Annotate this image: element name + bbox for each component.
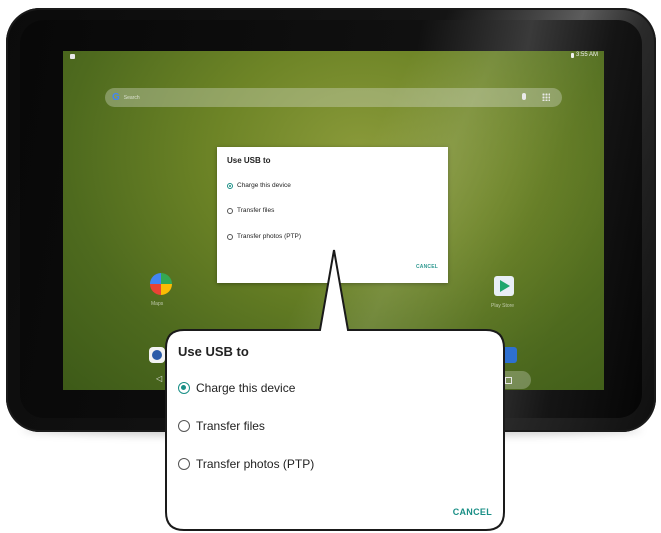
option-label: Transfer files bbox=[196, 419, 265, 433]
radio-icon[interactable] bbox=[178, 458, 190, 470]
option-transfer-photos[interactable]: Transfer photos (PTP) bbox=[227, 233, 301, 240]
apps-grid-icon[interactable] bbox=[542, 93, 550, 101]
dialog-title: Use USB to bbox=[178, 344, 249, 359]
usb-dialog-small: Use USB to Charge this device Transfer f… bbox=[217, 147, 448, 283]
radio-selected-icon[interactable] bbox=[178, 382, 190, 394]
option-transfer-files[interactable]: Transfer files bbox=[227, 207, 274, 214]
option-label: Transfer photos (PTP) bbox=[196, 457, 315, 471]
battery-icon bbox=[570, 52, 574, 58]
google-icon: G bbox=[112, 92, 120, 103]
play-store-app-label: Play Store bbox=[491, 303, 515, 309]
dialog-title: Use USB to bbox=[227, 156, 271, 165]
google-search-bar[interactable]: G Search bbox=[105, 88, 562, 107]
option-transfer-files[interactable]: Transfer files bbox=[178, 419, 265, 433]
recents-nav-icon[interactable] bbox=[505, 377, 512, 384]
option-charge[interactable]: Charge this device bbox=[227, 182, 291, 189]
option-label: Charge this device bbox=[237, 182, 291, 189]
option-label: Charge this device bbox=[196, 381, 296, 395]
camera-app-icon[interactable] bbox=[149, 347, 165, 363]
notification-icon bbox=[70, 54, 75, 59]
search-placeholder: Search bbox=[123, 94, 140, 101]
option-charge[interactable]: Charge this device bbox=[178, 381, 295, 395]
option-transfer-photos[interactable]: Transfer photos (PTP) bbox=[178, 457, 314, 471]
status-time: 3:55 AM bbox=[575, 52, 598, 58]
maps-app-icon[interactable] bbox=[150, 273, 172, 295]
radio-icon[interactable] bbox=[227, 233, 233, 240]
back-nav-icon[interactable]: ◁ bbox=[156, 374, 162, 383]
maps-app-label: Maps bbox=[151, 301, 164, 307]
radio-icon[interactable] bbox=[178, 420, 190, 432]
play-store-app-icon[interactable] bbox=[494, 276, 514, 296]
radio-selected-icon[interactable] bbox=[227, 182, 233, 189]
radio-icon[interactable] bbox=[227, 207, 233, 214]
cancel-button[interactable]: CANCEL bbox=[453, 507, 492, 517]
option-label: Transfer photos (PTP) bbox=[237, 233, 302, 240]
cancel-button[interactable]: CANCEL bbox=[416, 264, 438, 270]
usb-dialog-zoomed: Use USB to Charge this device Transfer f… bbox=[166, 330, 504, 530]
option-label: Transfer files bbox=[237, 207, 275, 214]
mic-icon[interactable] bbox=[522, 93, 526, 100]
status-bar: 3:55 AM bbox=[570, 52, 598, 58]
